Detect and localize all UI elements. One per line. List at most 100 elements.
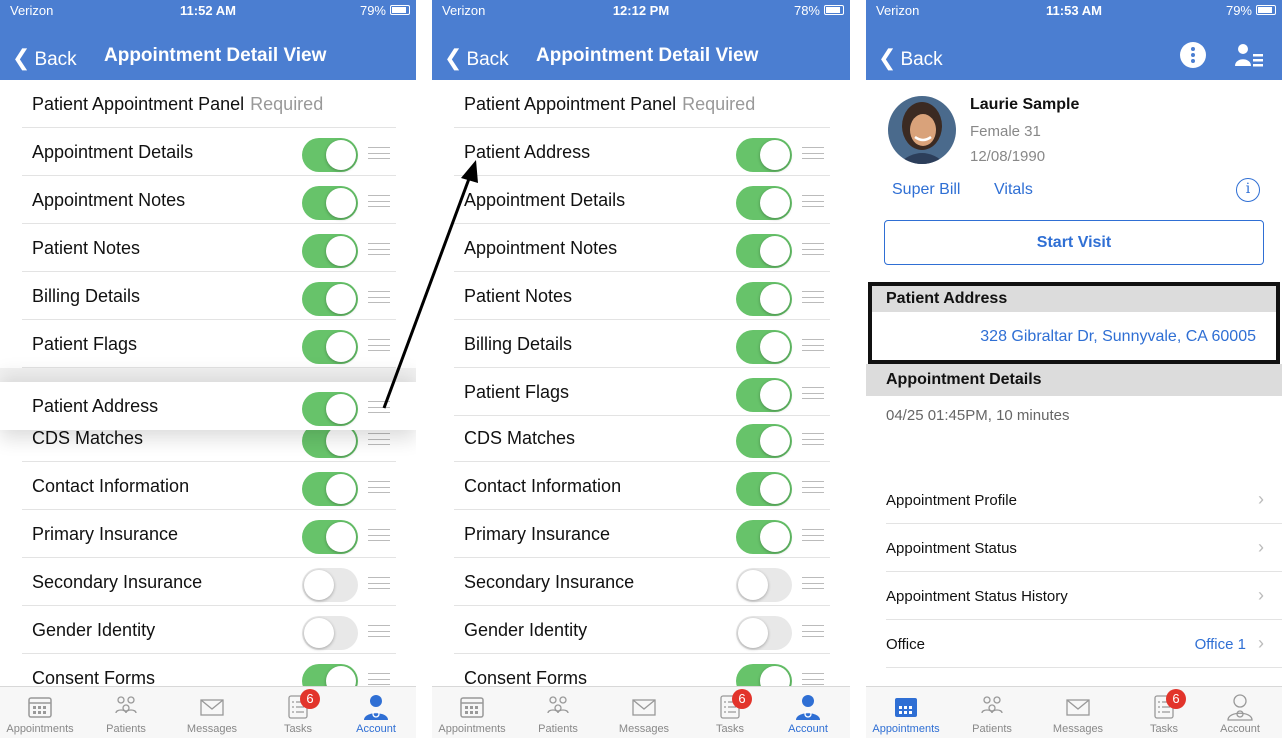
drag-handle-icon[interactable] <box>368 339 390 351</box>
toggle-knob <box>760 426 790 456</box>
toggle-knob <box>326 426 356 456</box>
more-options-icon[interactable] <box>1180 42 1206 68</box>
drag-handle-icon[interactable] <box>802 147 824 159</box>
tab-tasks[interactable]: 6 Tasks <box>256 689 340 738</box>
drag-handle-icon[interactable] <box>802 243 824 255</box>
back-button[interactable]: ❮ Back <box>444 45 509 71</box>
tab-tasks[interactable]: 6 Tasks <box>688 689 772 738</box>
patient-menu-icon[interactable] <box>1234 42 1264 68</box>
panel-row: Secondary Insurance <box>454 558 830 606</box>
drag-handle-icon[interactable] <box>802 673 824 685</box>
tab-messages[interactable]: Messages <box>170 693 254 738</box>
toggle-switch[interactable] <box>736 282 792 316</box>
toggle-switch[interactable] <box>302 472 358 506</box>
drag-handle-icon[interactable] <box>368 577 390 589</box>
patient-address-link[interactable]: 328 Gibraltar Dr, Sunnyvale, CA 60005 <box>980 328 1256 346</box>
checklist-icon: 6 <box>284 689 320 721</box>
drag-handle-icon[interactable] <box>802 577 824 589</box>
toggle-knob <box>326 522 356 552</box>
toggle-switch[interactable] <box>302 330 358 364</box>
tab-appointments[interactable]: Appointments <box>0 693 82 738</box>
tab-account[interactable]: Account <box>766 693 850 738</box>
tab-patients[interactable]: Patients <box>516 693 600 738</box>
profile-row[interactable]: Appointment Status › <box>886 524 1282 572</box>
drag-handle-icon[interactable] <box>802 625 824 637</box>
toggle-switch[interactable] <box>736 520 792 554</box>
vitals-link[interactable]: Vitals <box>994 181 1033 199</box>
tasks-badge: 6 <box>1166 689 1186 709</box>
tab-appointments[interactable]: Appointments <box>432 693 514 738</box>
tab-messages[interactable]: Messages <box>602 693 686 738</box>
toggle-switch[interactable] <box>736 424 792 458</box>
dragged-row[interactable]: Patient Address <box>0 382 416 430</box>
toggle-switch[interactable] <box>736 186 792 220</box>
profile-row[interactable]: Appointment Status History › <box>886 572 1282 620</box>
toggle-switch[interactable] <box>302 186 358 220</box>
profile-row[interactable]: Appointment Profile › <box>886 476 1282 524</box>
tab-account[interactable]: Account <box>1198 693 1282 738</box>
tab-appointments[interactable]: Appointments <box>866 693 948 738</box>
people-icon <box>544 693 572 721</box>
toggle-switch[interactable] <box>302 234 358 268</box>
account-icon <box>362 693 390 721</box>
drag-handle-icon[interactable] <box>802 339 824 351</box>
drag-handle-icon[interactable] <box>368 433 390 445</box>
toggle-switch[interactable] <box>302 520 358 554</box>
panel-row: Appointment Notes <box>454 224 830 272</box>
toggle-knob <box>738 618 768 648</box>
tab-tasks[interactable]: 6 Tasks <box>1122 689 1206 738</box>
toggle-switch[interactable] <box>736 378 792 412</box>
panel-row-label: Appointment Details <box>464 190 626 210</box>
page-title: Appointment Detail View <box>104 45 327 66</box>
panel-row-label: Secondary Insurance <box>32 572 203 592</box>
panel-row-label: Contact Information <box>464 476 622 496</box>
drag-handle-icon[interactable] <box>368 625 390 637</box>
toggle-switch[interactable] <box>302 616 358 650</box>
toggle-switch[interactable] <box>302 568 358 602</box>
envelope-icon <box>1064 693 1092 721</box>
super-bill-link[interactable]: Super Bill <box>892 181 960 199</box>
toggle-knob <box>326 332 356 362</box>
toggle-knob <box>760 474 790 504</box>
drag-handle-icon[interactable] <box>368 243 390 255</box>
drag-handle-icon[interactable] <box>802 529 824 541</box>
patient-sex-age: Female 31 <box>970 123 1041 140</box>
drag-handle-icon[interactable] <box>802 291 824 303</box>
drag-handle-icon[interactable] <box>368 673 390 685</box>
tab-account[interactable]: Account <box>334 693 416 738</box>
drag-handle-icon[interactable] <box>802 195 824 207</box>
back-button[interactable]: ❮ Back <box>12 45 77 71</box>
toggle-switch[interactable] <box>736 330 792 364</box>
start-visit-button[interactable]: Start Visit <box>884 220 1264 265</box>
back-button[interactable]: ❮ Back <box>878 45 943 71</box>
drag-handle-icon[interactable] <box>802 387 824 399</box>
tab-patients[interactable]: Patients <box>84 693 168 738</box>
drag-handle-icon[interactable] <box>368 195 390 207</box>
toggle-switch[interactable] <box>736 234 792 268</box>
profile-row-label: Appointment Profile <box>886 492 1017 509</box>
section-header: Appointment Details <box>866 364 1282 396</box>
toggle-switch[interactable] <box>736 138 792 172</box>
drag-handle-icon[interactable] <box>368 147 390 159</box>
drag-handle-icon[interactable] <box>802 433 824 445</box>
drag-handle-icon[interactable] <box>368 529 390 541</box>
toggle-switch[interactable] <box>736 472 792 506</box>
tab-bar: Appointments Patients Messages 6 Tasks A… <box>866 686 1282 738</box>
toggle-switch[interactable] <box>736 568 792 602</box>
toggle-switch[interactable] <box>302 138 358 172</box>
tab-patients[interactable]: Patients <box>950 693 1034 738</box>
info-icon[interactable]: i <box>1236 178 1260 202</box>
account-icon <box>794 693 822 721</box>
toggle-switch[interactable] <box>302 392 358 426</box>
toggle-switch[interactable] <box>302 282 358 316</box>
drag-handle-icon[interactable] <box>368 401 390 413</box>
profile-row[interactable]: Office Office 1 › <box>886 620 1282 668</box>
toggle-switch[interactable] <box>736 616 792 650</box>
drag-handle-icon[interactable] <box>802 481 824 493</box>
tab-messages[interactable]: Messages <box>1036 693 1120 738</box>
drag-handle-icon[interactable] <box>368 481 390 493</box>
drag-handle-icon[interactable] <box>368 291 390 303</box>
required-note: Required <box>250 94 324 114</box>
tab-label: Appointments <box>6 723 74 735</box>
calendar-icon <box>458 693 486 721</box>
